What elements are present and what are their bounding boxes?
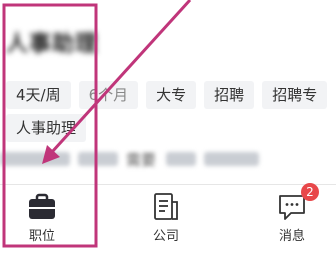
job-title: 人事助理: [6, 32, 99, 57]
obscured-block: [166, 152, 197, 166]
tag-role: 人事助理: [6, 114, 87, 142]
tab-label: 消息: [278, 229, 305, 244]
obscured-block: [204, 152, 260, 166]
tag-education: 大专: [146, 81, 197, 109]
tag-category: 招聘: [204, 81, 255, 109]
job-tags: 4天/周 6个月 大专 招聘 招聘专: [6, 81, 328, 109]
tab-messages[interactable]: 消息: [252, 185, 332, 253]
obscured-text: 需要: [126, 150, 157, 169]
tab-label: 职位: [28, 229, 55, 244]
obscured-block: [0, 152, 70, 166]
tab-jobs[interactable]: 职位: [2, 185, 82, 253]
tab-label: 公司: [152, 229, 179, 244]
document-icon: [154, 193, 178, 220]
tag-work-days: 4天/周: [6, 81, 71, 109]
tab-company[interactable]: 公司: [126, 185, 206, 253]
tag-category-2: 招聘专: [262, 81, 328, 109]
tag-duration: 6个月: [78, 81, 139, 109]
obscured-company-line: 需要: [0, 146, 267, 172]
bottom-tabbar: 职位 公司 消息: [0, 185, 336, 253]
unread-badge: 2: [301, 183, 319, 201]
job-card[interactable]: 人事助理 4天/周 6个月 大专 招聘 招聘专 人事助理 需要: [0, 0, 336, 185]
briefcase-icon: [29, 193, 55, 219]
obscured-block: [78, 152, 118, 166]
